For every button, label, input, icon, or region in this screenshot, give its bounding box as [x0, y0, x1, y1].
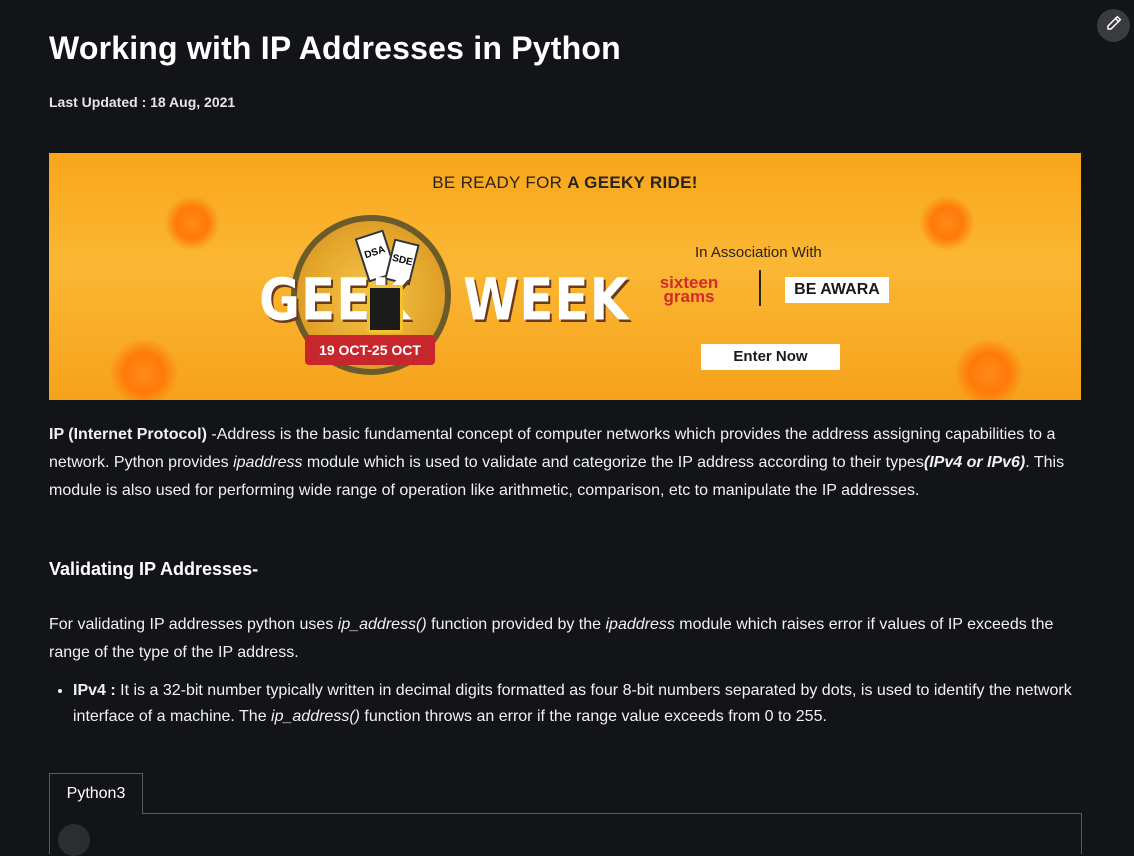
page-title: Working with IP Addresses in Python	[49, 30, 621, 66]
list-item: IPv4 : It is a 32-bit number typically w…	[73, 678, 1081, 730]
last-updated: Last Updated : 18 Aug, 2021	[49, 94, 236, 110]
sun-decoration	[164, 195, 220, 251]
function-name: ip_address()	[337, 616, 427, 633]
geek-week-logo: GEEK WEEK	[259, 266, 630, 334]
sun-decoration	[109, 338, 179, 400]
function-name: ip_address()	[271, 708, 360, 725]
section-paragraph: For validating IP addresses python uses …	[49, 616, 1054, 661]
association-label: In Association With	[695, 244, 822, 261]
banner-headline: BE READY FOR A GEEKY RIDE!	[432, 173, 698, 192]
bullet-label: IPv4 :	[73, 682, 121, 699]
sixteen-grams-logo: sixteen grams	[659, 273, 719, 306]
ip-term: IP (Internet Protocol)	[49, 426, 207, 443]
run-icon[interactable]	[58, 824, 90, 856]
pencil-icon	[1105, 14, 1123, 37]
enter-now-button[interactable]: Enter Now	[701, 344, 840, 370]
sun-decoration	[919, 195, 975, 251]
module-name: ipaddress	[233, 454, 303, 471]
logo-divider	[759, 270, 761, 306]
event-dates: 19 OCT-25 OCT	[305, 335, 435, 365]
tab-python3[interactable]: Python3	[49, 773, 143, 814]
bag-icon	[367, 285, 403, 333]
be-awara-logo: BE AWARA	[785, 277, 889, 303]
ip-types: (IPv4 or IPv6)	[923, 454, 1026, 471]
code-block	[49, 813, 1082, 854]
ipv4-bullet: IPv4 : It is a 32-bit number typically w…	[49, 678, 1081, 730]
sun-decoration	[954, 338, 1024, 400]
section-heading: Validating IP Addresses-	[49, 559, 259, 579]
promo-banner[interactable]: BE READY FOR A GEEKY RIDE! DSA SDE GEEK W…	[49, 153, 1081, 400]
edit-button[interactable]	[1097, 9, 1130, 42]
module-name: ipaddress	[605, 616, 675, 633]
intro-paragraph: IP (Internet Protocol) -Address is the b…	[49, 426, 1065, 499]
